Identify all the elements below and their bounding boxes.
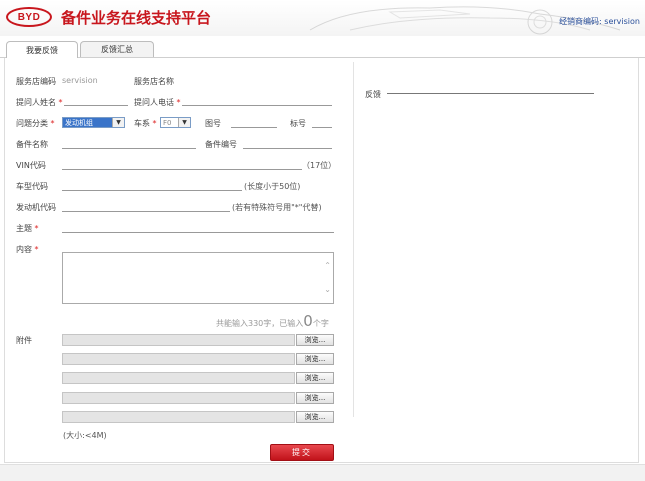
chevron-down-icon: ▼ <box>112 118 124 127</box>
mark-no-label: 标号 <box>290 119 306 128</box>
series-select[interactable]: F0 ▼ <box>160 117 191 128</box>
feedback-divider <box>387 93 594 94</box>
drawing-no-input[interactable] <box>231 127 277 128</box>
dealer-code: 经销商编码: servision <box>559 17 640 26</box>
engine-code-hint: (若有特殊符号用"*"代替) <box>232 203 322 212</box>
feedback-label: 反馈 <box>365 90 381 99</box>
series-select-value: F0 <box>163 118 172 127</box>
tab-my-feedback[interactable]: 我要反馈 <box>6 41 78 58</box>
model-code-input[interactable] <box>62 190 242 191</box>
file-input-3[interactable] <box>62 372 295 384</box>
required-mark: * <box>176 98 181 107</box>
footer-bar <box>0 464 645 481</box>
file-input-4[interactable] <box>62 392 295 404</box>
content-textarea[interactable]: ⌃ ⌄ <box>62 252 334 304</box>
required-mark: * <box>58 98 63 107</box>
part-name-input[interactable] <box>62 148 196 149</box>
engine-code-input[interactable] <box>62 211 230 212</box>
store-name-label: 服务店名称 <box>134 77 174 86</box>
category-label: 问题分类 * <box>16 118 55 129</box>
scroll-up-icon[interactable]: ⌃ <box>324 261 331 270</box>
tab-bar: 我要反馈 反馈汇总 <box>0 36 645 58</box>
mark-no-input[interactable] <box>312 127 332 128</box>
series-label: 车系 * <box>134 118 157 129</box>
browse-button-1[interactable]: 浏览... <box>296 334 334 346</box>
panel-divider <box>353 62 354 417</box>
category-select-value: 发动机组 <box>63 118 112 127</box>
required-mark: * <box>152 119 157 128</box>
model-code-hint: (长度小于50位) <box>244 182 301 191</box>
counter-value: 0 <box>303 312 313 330</box>
subject-label: 主题 * <box>16 223 39 234</box>
part-no-label: 备件编号 <box>205 140 237 149</box>
file-input-1[interactable] <box>62 334 295 346</box>
series-text: 车系 <box>134 119 150 128</box>
scroll-down-icon[interactable]: ⌄ <box>324 285 331 294</box>
required-mark: * <box>50 119 55 128</box>
browse-button-5[interactable]: 浏览... <box>296 411 334 423</box>
category-select[interactable]: 发动机组 ▼ <box>62 117 125 128</box>
required-mark: * <box>34 224 39 233</box>
store-code-value: servision <box>62 76 98 85</box>
model-code-label: 车型代码 <box>16 182 48 191</box>
vin-hint: （17位） <box>302 161 337 170</box>
byd-logo: BYD <box>6 7 52 27</box>
browse-button-4[interactable]: 浏览... <box>296 392 334 404</box>
submit-button[interactable]: 提交 <box>270 444 334 461</box>
asker-name-input[interactable] <box>64 105 128 106</box>
subject-text: 主题 <box>16 224 32 233</box>
required-mark: * <box>34 245 39 254</box>
browse-button-2[interactable]: 浏览... <box>296 353 334 365</box>
content-text: 内容 <box>16 245 32 254</box>
category-text: 问题分类 <box>16 119 48 128</box>
counter-suffix: 个字 <box>312 319 329 328</box>
asker-name-text: 提问人姓名 <box>16 98 56 107</box>
chevron-down-icon: ▼ <box>178 118 190 127</box>
file-input-2[interactable] <box>62 353 295 365</box>
asker-phone-input[interactable] <box>182 105 332 106</box>
logo-text: BYD <box>17 11 41 23</box>
header-bar: BYD 备件业务在线支持平台 经销商编码: servision <box>0 0 645 36</box>
asker-name-label: 提问人姓名 * <box>16 97 63 108</box>
char-counter: 共能输入330字，已输入0个字 <box>216 312 329 330</box>
vin-input[interactable] <box>62 169 302 170</box>
vin-label: VIN代码 <box>16 161 46 170</box>
file-input-5[interactable] <box>62 411 295 423</box>
part-name-label: 备件名称 <box>16 140 48 149</box>
attachment-label: 附件 <box>16 336 32 345</box>
asker-phone-text: 提问人电话 <box>134 98 174 107</box>
engine-code-label: 发动机代码 <box>16 203 56 212</box>
size-hint: (大小:<4M) <box>63 431 107 440</box>
page-title: 备件业务在线支持平台 <box>61 9 212 27</box>
browse-button-3[interactable]: 浏览... <box>296 372 334 384</box>
counter-prefix: 共能输入330字，已输入 <box>216 319 304 328</box>
content-label: 内容 * <box>16 244 39 255</box>
subject-input[interactable] <box>62 232 334 233</box>
drawing-no-label: 图号 <box>205 119 221 128</box>
asker-phone-label: 提问人电话 * <box>134 97 181 108</box>
tab-feedback-summary[interactable]: 反馈汇总 <box>80 41 154 57</box>
store-code-label: 服务店编码 <box>16 77 56 86</box>
part-no-input[interactable] <box>243 148 332 149</box>
